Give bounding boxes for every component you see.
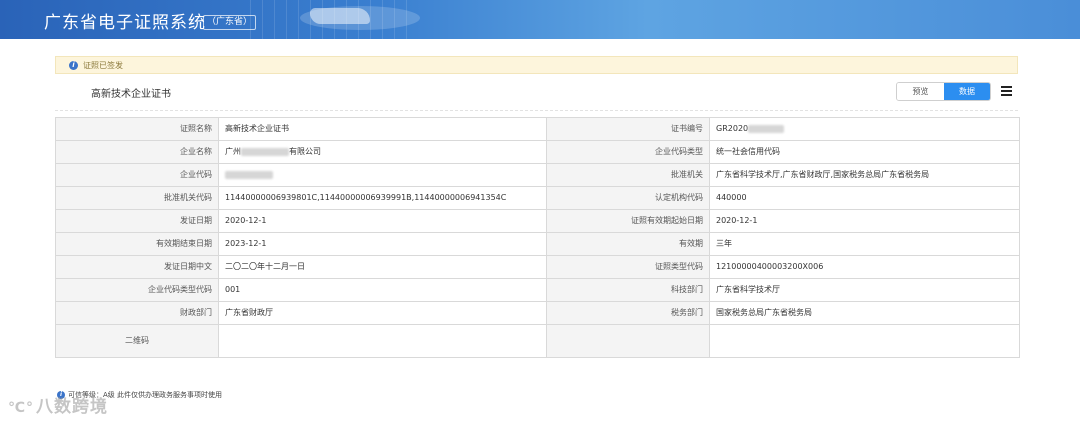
data-button[interactable]: 数据 bbox=[944, 83, 990, 100]
field-value: 12100000400003200X006 bbox=[709, 255, 1020, 279]
qr-code-cell bbox=[218, 324, 547, 358]
redaction-mark bbox=[225, 170, 273, 179]
table-row: 二维码 bbox=[55, 324, 1020, 358]
field-label: 发证日期 bbox=[55, 209, 219, 233]
preview-button[interactable]: 预览 bbox=[897, 83, 944, 100]
empty-value-cell bbox=[709, 324, 1020, 358]
field-value: 2020-12-1 bbox=[709, 209, 1020, 233]
table-row: 发证日期中文 二〇二〇年十二月一日 证照类型代码 121000004000032… bbox=[55, 255, 1020, 279]
field-value: 2023-12-1 bbox=[218, 232, 547, 256]
field-value bbox=[218, 163, 547, 187]
table-row: 批准机关代码 11440000006939801C,11440000006939… bbox=[55, 186, 1020, 210]
region-badge: （广东省） bbox=[203, 15, 257, 30]
field-value: 广东省科学技术厅,广东省财政厅,国家税务总局广东省税务局 bbox=[709, 163, 1020, 187]
field-label: 企业代码类型 bbox=[546, 140, 710, 164]
field-label: 财政部门 bbox=[55, 301, 219, 325]
status-notice: i 证照已签发 bbox=[55, 56, 1018, 74]
table-row: 企业代码类型代码 001 科技部门 广东省科学技术厅 bbox=[55, 278, 1020, 302]
table-row: 有效期结束日期 2023-12-1 有效期 三年 bbox=[55, 232, 1020, 256]
field-label: 有效期 bbox=[546, 232, 710, 256]
table-row: 发证日期 2020-12-1 证照有效期起始日期 2020-12-1 bbox=[55, 209, 1020, 233]
empty-label-cell bbox=[546, 324, 710, 358]
field-label: 二维码 bbox=[55, 324, 219, 358]
watermark-logo-icon: ℃° bbox=[8, 400, 34, 416]
header-banner: 广东省电子证照系统 （广东省） bbox=[0, 0, 1080, 39]
field-label: 证照有效期起始日期 bbox=[546, 209, 710, 233]
field-value: 11440000006939801C,11440000006939991B,11… bbox=[218, 186, 547, 210]
field-value: GR2020 bbox=[709, 117, 1020, 141]
table-row: 财政部门 广东省财政厅 税务部门 国家税务总局广东省税务局 bbox=[55, 301, 1020, 325]
field-value: 三年 bbox=[709, 232, 1020, 256]
map-graphic-icon bbox=[310, 8, 370, 24]
field-value: 广东省财政厅 bbox=[218, 301, 547, 325]
field-label: 证书编号 bbox=[546, 117, 710, 141]
field-label: 发证日期中文 bbox=[55, 255, 219, 279]
field-value: 国家税务总局广东省税务局 bbox=[709, 301, 1020, 325]
field-label: 批准机关代码 bbox=[55, 186, 219, 210]
table-row: 证照名称 高新技术企业证书 证书编号 GR2020 bbox=[55, 117, 1020, 141]
watermark-text: 八数跨境 bbox=[35, 397, 108, 417]
field-value: 440000 bbox=[709, 186, 1020, 210]
redaction-mark bbox=[241, 147, 289, 156]
system-title: 广东省电子证照系统 bbox=[44, 13, 206, 33]
field-label: 企业名称 bbox=[55, 140, 219, 164]
redaction-mark bbox=[748, 124, 785, 133]
field-value: 001 bbox=[218, 278, 547, 302]
field-label: 证照类型代码 bbox=[546, 255, 710, 279]
field-label: 认定机构代码 bbox=[546, 186, 710, 210]
divider bbox=[55, 110, 1018, 111]
view-toggle: 预览 数据 bbox=[896, 82, 991, 101]
info-icon: i bbox=[69, 61, 78, 70]
status-text: 证照已签发 bbox=[83, 61, 123, 70]
field-label: 企业代码类型代码 bbox=[55, 278, 219, 302]
company-name-prefix: 广州 bbox=[225, 147, 241, 156]
field-label: 证照名称 bbox=[55, 117, 219, 141]
watermark: ℃° 八数跨境 bbox=[8, 392, 108, 417]
field-value: 统一社会信用代码 bbox=[709, 140, 1020, 164]
field-value: 高新技术企业证书 bbox=[218, 117, 547, 141]
field-value: 二〇二〇年十二月一日 bbox=[218, 255, 547, 279]
field-label: 科技部门 bbox=[546, 278, 710, 302]
field-label: 税务部门 bbox=[546, 301, 710, 325]
field-label: 企业代码 bbox=[55, 163, 219, 187]
cert-no-text: GR2020 bbox=[716, 124, 749, 133]
company-name-suffix: 有限公司 bbox=[289, 147, 321, 156]
hamburger-menu-icon[interactable] bbox=[1001, 86, 1012, 97]
field-value: 广州 有限公司 bbox=[218, 140, 547, 164]
table-row: 企业名称 广州 有限公司 企业代码类型 统一社会信用代码 bbox=[55, 140, 1020, 164]
field-value: 广东省科学技术厅 bbox=[709, 278, 1020, 302]
certificate-data-table: 证照名称 高新技术企业证书 证书编号 GR2020 企业名称 广州 有限公司 企业… bbox=[55, 117, 1020, 358]
table-row: 企业代码 批准机关 广东省科学技术厅,广东省财政厅,国家税务总局广东省税务局 bbox=[55, 163, 1020, 187]
field-value: 2020-12-1 bbox=[218, 209, 547, 233]
certificate-title: 高新技术企业证书 bbox=[91, 89, 171, 100]
field-label: 有效期结束日期 bbox=[55, 232, 219, 256]
field-label: 批准机关 bbox=[546, 163, 710, 187]
